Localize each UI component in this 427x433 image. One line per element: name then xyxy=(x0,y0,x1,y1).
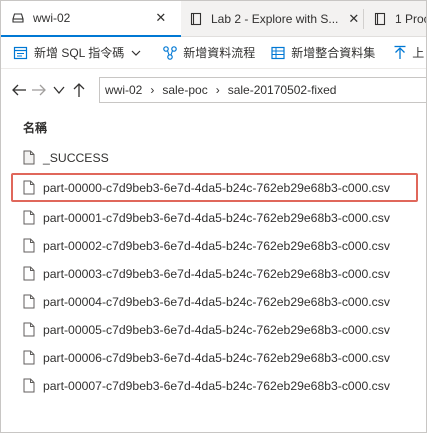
file-name: part-00004-c7d9beb3-6e7d-4da5-b24c-762eb… xyxy=(43,294,390,309)
list-item[interactable]: part-00003-c7d9beb3-6e7d-4da5-b24c-762eb… xyxy=(11,259,418,288)
tab-strip: wwi-02 ✕ Lab 2 - Explore with S... ✕ 1 P… xyxy=(1,1,427,37)
storage-explorer-window: wwi-02 ✕ Lab 2 - Explore with S... ✕ 1 P… xyxy=(0,0,427,433)
new-data-flow-label: 新增資料流程 xyxy=(183,46,256,60)
back-arrow-icon[interactable] xyxy=(9,75,29,105)
file-name: part-00001-c7d9beb3-6e7d-4da5-b24c-762eb… xyxy=(43,210,390,225)
sql-script-icon xyxy=(13,46,28,59)
breadcrumb-item[interactable]: wwi-02 xyxy=(105,83,142,97)
chevron-down-icon[interactable] xyxy=(49,75,69,105)
list-item-selected[interactable]: part-00000-c7d9beb3-6e7d-4da5-b24c-762eb… xyxy=(11,173,418,202)
up-arrow-icon[interactable] xyxy=(69,75,89,105)
new-integration-dataset-label: 新增整合資料集 xyxy=(291,46,376,60)
file-name: part-00006-c7d9beb3-6e7d-4da5-b24c-762eb… xyxy=(43,350,390,365)
navigation-bar: wwi-02 › sale-poc › sale-20170502-fixed xyxy=(1,75,426,105)
file-icon xyxy=(23,150,35,165)
file-name: _SUCCESS xyxy=(43,150,109,165)
breadcrumb-item[interactable]: sale-poc xyxy=(162,83,207,97)
new-integration-dataset-button[interactable]: 新增整合資料集 xyxy=(270,37,375,69)
list-item[interactable]: _SUCCESS xyxy=(11,143,418,172)
new-sql-script-label: 新增 SQL 指令碼 xyxy=(34,46,125,60)
upload-label: 上 xyxy=(412,46,425,60)
tab-proc[interactable]: 1 Proc xyxy=(373,1,427,37)
list-item[interactable]: part-00007-c7d9beb3-6e7d-4da5-b24c-762eb… xyxy=(11,371,418,400)
tab-label: 1 Proc xyxy=(395,12,427,26)
chevron-right-icon: › xyxy=(150,83,155,97)
list-item[interactable]: part-00005-c7d9beb3-6e7d-4da5-b24c-762eb… xyxy=(11,315,418,344)
tab-separator xyxy=(363,9,364,29)
tab-label: Lab 2 - Explore with S... xyxy=(211,12,339,26)
tab-lab-2[interactable]: Lab 2 - Explore with S... ✕ xyxy=(189,1,361,37)
list-item[interactable]: part-00004-c7d9beb3-6e7d-4da5-b24c-762eb… xyxy=(11,287,418,316)
breadcrumb[interactable]: wwi-02 › sale-poc › sale-20170502-fixed xyxy=(99,77,426,103)
file-icon xyxy=(23,210,35,225)
tab-wwi-02[interactable]: wwi-02 ✕ xyxy=(1,1,181,37)
upload-icon xyxy=(394,45,406,59)
data-flow-icon xyxy=(163,45,178,60)
file-icon xyxy=(23,378,35,393)
file-icon xyxy=(23,350,35,365)
toolbar: 新增 SQL 指令碼 新增資料流程 新增整合資料集 上 xyxy=(1,37,426,69)
file-icon xyxy=(23,180,35,195)
file-icon xyxy=(23,238,35,253)
file-name: part-00003-c7d9beb3-6e7d-4da5-b24c-762eb… xyxy=(43,266,390,281)
chevron-right-icon: › xyxy=(215,83,220,97)
new-sql-script-button[interactable]: 新增 SQL 指令碼 xyxy=(13,37,147,69)
column-header-name[interactable]: 名稱 xyxy=(23,119,47,136)
file-name: part-00000-c7d9beb3-6e7d-4da5-b24c-762eb… xyxy=(43,180,390,195)
storage-icon xyxy=(12,13,24,23)
close-icon[interactable]: ✕ xyxy=(348,11,359,27)
notebook-icon xyxy=(190,12,202,26)
upload-button[interactable]: 上 xyxy=(393,37,424,69)
file-icon xyxy=(23,322,35,337)
notebook-icon xyxy=(374,12,386,26)
dataset-icon xyxy=(271,46,285,59)
chevron-down-icon[interactable] xyxy=(130,47,142,59)
forward-arrow-icon[interactable] xyxy=(29,75,49,105)
file-icon xyxy=(23,294,35,309)
file-icon xyxy=(23,266,35,281)
list-item[interactable]: part-00001-c7d9beb3-6e7d-4da5-b24c-762eb… xyxy=(11,203,418,232)
breadcrumb-item[interactable]: sale-20170502-fixed xyxy=(228,83,337,97)
file-name: part-00002-c7d9beb3-6e7d-4da5-b24c-762eb… xyxy=(43,238,390,253)
file-name: part-00007-c7d9beb3-6e7d-4da5-b24c-762eb… xyxy=(43,378,390,393)
close-icon[interactable]: ✕ xyxy=(155,10,166,26)
list-item[interactable]: part-00006-c7d9beb3-6e7d-4da5-b24c-762eb… xyxy=(11,343,418,372)
list-item[interactable]: part-00002-c7d9beb3-6e7d-4da5-b24c-762eb… xyxy=(11,231,418,260)
file-name: part-00005-c7d9beb3-6e7d-4da5-b24c-762eb… xyxy=(43,322,390,337)
tab-label: wwi-02 xyxy=(33,11,71,25)
new-data-flow-button[interactable]: 新增資料流程 xyxy=(162,37,255,69)
